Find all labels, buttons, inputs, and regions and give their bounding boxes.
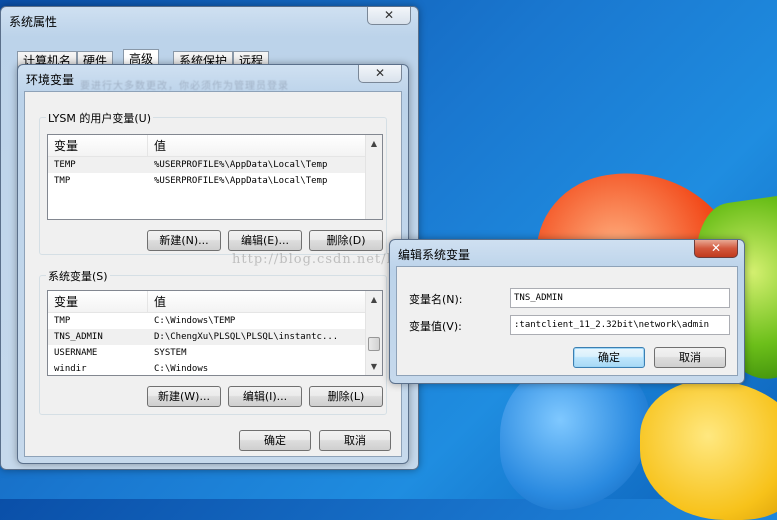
user-delete-button[interactable]: 删除(D)	[309, 230, 383, 251]
var-name: windir	[54, 364, 87, 374]
edit-cancel-button[interactable]: 取消	[654, 347, 726, 368]
column-header-value[interactable]: 值	[148, 135, 367, 156]
scroll-up-icon[interactable]: ▲	[366, 291, 382, 308]
edit-var-title: 编辑系统变量	[398, 248, 471, 262]
column-header-variable[interactable]: 变量	[48, 135, 148, 156]
var-name: TEMP	[54, 160, 76, 170]
edit-var-dialog: 编辑系统变量 ✕ 变量名(N): TNS_ADMIN 变量值(V): :tant…	[389, 239, 745, 384]
var-name: TNS_ADMIN	[54, 332, 103, 342]
user-vars-scrollbar[interactable]: ▲	[365, 135, 382, 219]
column-header-value[interactable]: 值	[148, 291, 367, 312]
user-vars-label: LYSM 的用户变量(U)	[46, 110, 153, 126]
env-ok-button[interactable]: 确定	[239, 430, 311, 451]
var-value: C:\Windows\TEMP	[154, 316, 236, 326]
var-name-label: 变量名(N):	[409, 293, 463, 306]
env-vars-client: LYSM 的用户变量(U) 变量 值 TEMP %USERPROFILE%\Ap…	[24, 91, 402, 457]
list-item[interactable]: TNS_ADMIN D:\ChengXu\PLSQL\PLSQL\instant…	[48, 329, 382, 345]
var-name-field[interactable]: TNS_ADMIN	[510, 288, 730, 308]
system-vars-scrollbar[interactable]: ▲ ▼	[365, 291, 382, 375]
system-properties-title: 系统属性	[9, 15, 58, 29]
list-item[interactable]: TEMP %USERPROFILE%\AppData\Local\Temp	[48, 157, 382, 173]
edit-var-close-button[interactable]: ✕	[694, 240, 738, 258]
env-cancel-button[interactable]: 取消	[319, 430, 391, 451]
system-vars-label: 系统变量(S)	[46, 268, 110, 284]
scroll-thumb[interactable]	[368, 337, 380, 351]
user-edit-button[interactable]: 编辑(E)...	[228, 230, 302, 251]
var-value: %USERPROFILE%\AppData\Local\Temp	[154, 176, 328, 186]
var-name: USERNAME	[54, 348, 98, 358]
system-properties-close-button[interactable]: ✕	[367, 7, 411, 25]
env-vars-title: 环境变量	[26, 73, 75, 87]
blurred-hint-text: 要进行大多数更改，你必须作为管理员登录	[80, 81, 289, 92]
var-value: SYSTEM	[154, 348, 187, 358]
system-new-button[interactable]: 新建(W)...	[147, 386, 221, 407]
edit-ok-button[interactable]: 确定	[573, 347, 645, 368]
edit-var-client: 变量名(N): TNS_ADMIN 变量值(V): :tantclient_11…	[396, 266, 738, 376]
user-vars-header: 变量 值	[48, 135, 382, 157]
scroll-up-icon[interactable]: ▲	[366, 135, 382, 152]
env-vars-close-button[interactable]: ✕	[358, 65, 402, 83]
user-new-button[interactable]: 新建(N)...	[147, 230, 221, 251]
var-name: TMP	[54, 176, 71, 186]
system-edit-button[interactable]: 编辑(I)...	[228, 386, 302, 407]
list-item[interactable]: TMP %USERPROFILE%\AppData\Local\Temp	[48, 173, 382, 189]
list-item[interactable]: TMP C:\Windows\TEMP	[48, 313, 382, 329]
var-value: D:\ChengXu\PLSQL\PLSQL\instantc...	[154, 332, 339, 342]
var-value: C:\Windows	[154, 364, 209, 374]
desktop-logo-yellow	[640, 380, 777, 520]
list-item[interactable]: windir C:\Windows	[48, 361, 382, 375]
system-vars-list[interactable]: 变量 值 TMP C:\Windows\TEMP TNS_ADMIN D:\Ch…	[47, 290, 383, 376]
var-value-label: 变量值(V):	[409, 320, 462, 333]
system-vars-header: 变量 值	[48, 291, 382, 313]
var-name: TMP	[54, 316, 71, 326]
column-header-variable[interactable]: 变量	[48, 291, 148, 312]
scroll-down-icon[interactable]: ▼	[366, 358, 382, 375]
var-value: %USERPROFILE%\AppData\Local\Temp	[154, 160, 328, 170]
list-item[interactable]: USERNAME SYSTEM	[48, 345, 382, 361]
system-delete-button[interactable]: 删除(L)	[309, 386, 383, 407]
user-vars-list[interactable]: 变量 值 TEMP %USERPROFILE%\AppData\Local\Te…	[47, 134, 383, 220]
var-value-field[interactable]: :tantclient_11_2.32bit\network\admin	[510, 315, 730, 335]
